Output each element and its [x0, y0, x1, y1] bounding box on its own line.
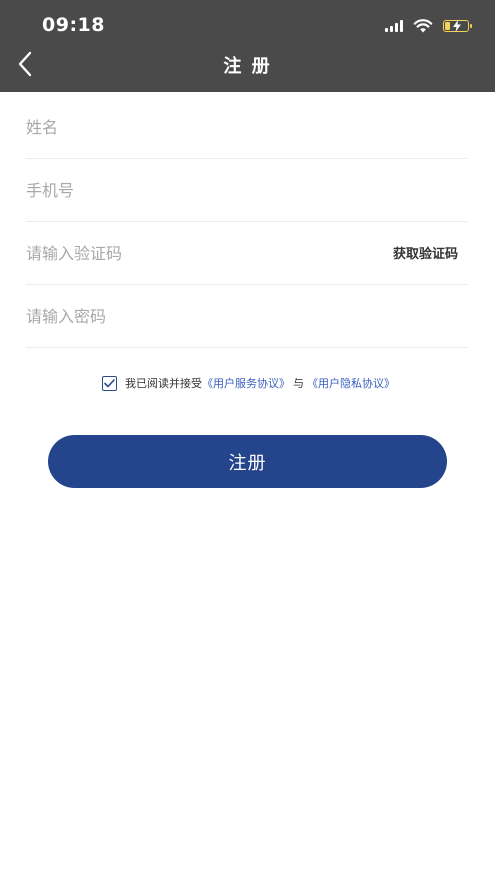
terms-link[interactable]: 《用户服务协议》	[202, 375, 290, 391]
code-field: 获取验证码	[26, 223, 468, 285]
top-bar: 09:18 注 册	[0, 0, 495, 92]
phone-field	[26, 160, 468, 222]
status-time: 09:18	[42, 14, 105, 36]
phone-input[interactable]	[26, 160, 468, 221]
name-field	[26, 97, 468, 159]
register-button[interactable]: 注册	[48, 435, 447, 488]
password-input[interactable]	[26, 286, 468, 347]
privacy-link[interactable]: 《用户隐私协议》	[307, 375, 395, 391]
agreement-checkbox[interactable]	[102, 375, 117, 391]
get-code-button[interactable]: 获取验证码	[393, 243, 458, 262]
agreement-row: 我已阅读并接受 《用户服务协议》 与 《用户隐私协议》	[102, 373, 395, 393]
agreement-prefix: 我已阅读并接受	[125, 377, 202, 390]
cellular-signal-icon	[385, 20, 403, 32]
checkmark-icon	[104, 378, 115, 387]
wifi-icon	[413, 19, 433, 33]
page-title: 注 册	[223, 56, 272, 77]
agreement-conjunction: 与	[293, 377, 304, 390]
name-input[interactable]	[26, 97, 468, 158]
status-icons	[385, 17, 472, 35]
battery-charging-icon	[443, 20, 472, 32]
password-field	[26, 286, 468, 348]
